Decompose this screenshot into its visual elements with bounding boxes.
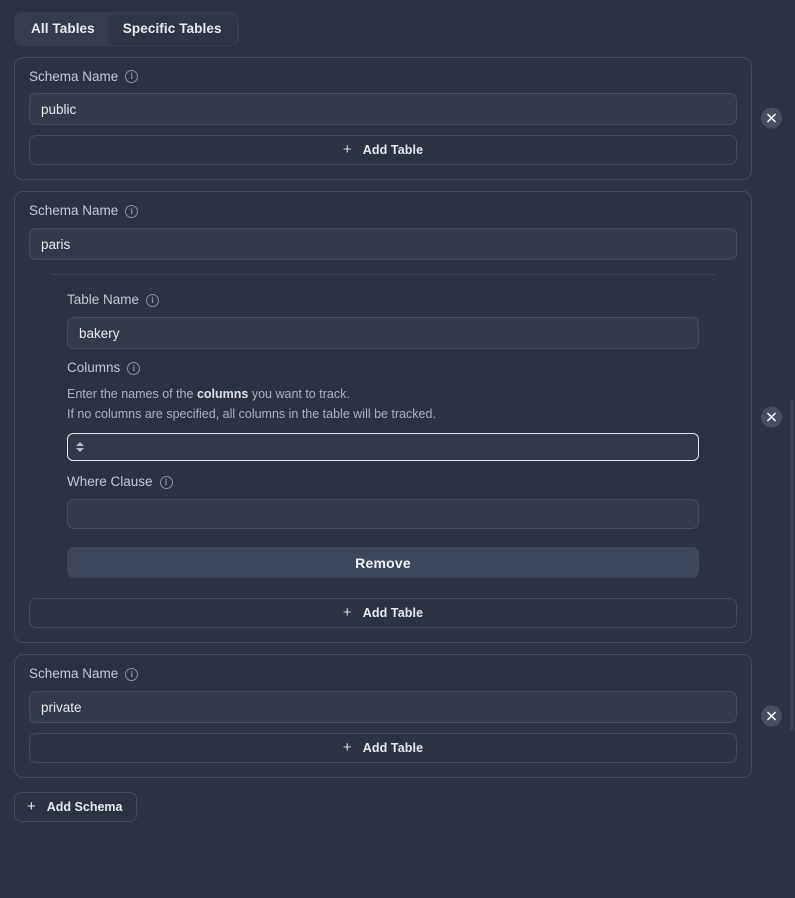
schema-name-label: Schema Name [29,667,118,682]
table-card-bakery: Table Name i Columns i Enter the names o… [51,274,715,598]
table-name-label: Table Name [67,293,139,308]
info-icon[interactable]: i [146,294,159,307]
schema-name-label: Schema Name [29,70,118,85]
tab-specific-tables[interactable]: Specific Tables [109,15,236,43]
info-icon[interactable]: i [127,362,140,375]
add-table-label: Add Table [363,606,423,620]
add-schema-label: Add Schema [47,800,123,814]
plus-icon: + [343,142,352,157]
add-schema-wrap: + Add Schema [14,792,795,822]
schema-name-label-group: Schema Name i [29,667,737,682]
chevron-up-down-icon [74,440,85,454]
schema-name-input[interactable] [29,691,737,723]
add-schema-button[interactable]: + Add Schema [14,792,137,822]
table-name-input[interactable] [67,317,699,349]
schema-row: Schema Name i Table Name i Columns i [0,191,795,643]
table-scope-tabs: All Tables Specific Tables [14,12,239,46]
where-clause-label-group: Where Clause i [67,475,699,490]
columns-help-line2: If no columns are specified, all columns… [67,407,436,421]
schema-card-public: Schema Name i + Add Table [14,57,752,181]
plus-icon: + [343,605,352,620]
add-table-button[interactable]: + Add Table [29,135,737,165]
schema-list: Schema Name i + Add Table Schema Name [0,57,795,779]
add-table-button[interactable]: + Add Table [29,733,737,763]
columns-help-line1-pre: Enter the names of the [67,387,197,401]
schema-card-private: Schema Name i + Add Table [14,654,752,778]
add-table-label: Add Table [363,143,423,157]
add-table-button[interactable]: + Add Table [29,598,737,628]
remove-schema-button[interactable] [761,407,782,428]
schema-name-label-group: Schema Name i [29,70,737,85]
schema-card-paris: Schema Name i Table Name i Columns i [14,191,752,643]
columns-help-line1-post: you want to track. [248,387,349,401]
columns-label-group: Columns i [67,361,699,376]
remove-schema-button[interactable] [761,706,782,727]
tab-all-tables[interactable]: All Tables [17,15,109,43]
columns-help-bold: columns [197,387,248,401]
columns-label: Columns [67,361,120,376]
where-clause-label: Where Clause [67,475,153,490]
schema-row: Schema Name i + Add Table [0,654,795,778]
specific-tables-config-panel: All Tables Specific Tables Schema Name i… [0,0,795,898]
remove-table-button[interactable]: Remove [67,547,699,578]
add-table-label: Add Table [363,741,423,755]
remove-schema-button[interactable] [761,108,782,129]
close-icon [767,114,776,123]
info-icon[interactable]: i [125,668,138,681]
info-icon[interactable]: i [125,70,138,83]
close-icon [767,712,776,721]
schema-name-label-group: Schema Name i [29,204,737,219]
plus-icon: + [27,799,36,814]
schema-name-input[interactable] [29,228,737,260]
columns-input[interactable] [67,433,699,461]
schema-row: Schema Name i + Add Table [0,57,795,181]
schema-name-input[interactable] [29,93,737,125]
where-clause-input[interactable] [67,499,699,529]
info-icon[interactable]: i [125,205,138,218]
table-name-label-group: Table Name i [67,293,699,308]
info-icon[interactable]: i [160,476,173,489]
schema-name-label: Schema Name [29,204,118,219]
close-icon [767,413,776,422]
columns-help-text: Enter the names of the columns you want … [67,384,699,425]
scrollbar-thumb[interactable] [790,400,794,730]
plus-icon: + [343,740,352,755]
scrollbar-track[interactable] [788,0,795,898]
